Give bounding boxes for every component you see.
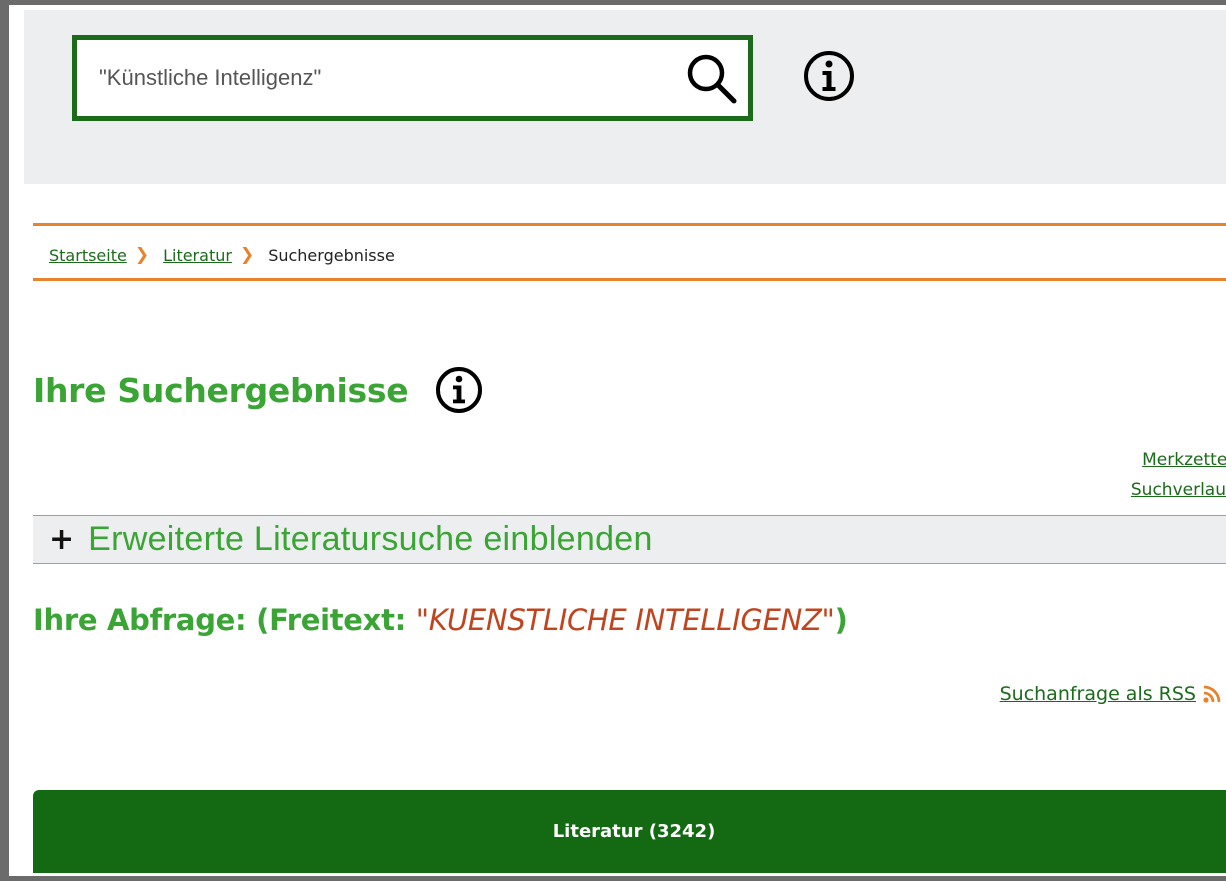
info-icon[interactable] (434, 365, 484, 415)
rss-icon[interactable] (1202, 684, 1222, 704)
chevron-right-icon: ❯ (239, 245, 255, 265)
search-box (72, 35, 753, 121)
advanced-search-toggle[interactable]: + Erweiterte Literatursuche einblenden (33, 515, 1226, 564)
page-frame: Startseite ❯ Literatur ❯ Suchergebnisse … (0, 0, 1226, 881)
search-button[interactable] (674, 40, 748, 116)
breadcrumb-top-divider (33, 223, 1226, 226)
merkzettel-link[interactable]: Merkzettel (1131, 445, 1226, 475)
query-term: "KUENSTLICHE INTELLIGENZ" (415, 603, 835, 637)
rss-link[interactable]: Suchanfrage als RSS (1000, 683, 1196, 705)
info-icon[interactable] (802, 49, 856, 103)
breadcrumb-link-startseite[interactable]: Startseite (49, 246, 127, 265)
rss-subscribe: Suchanfrage als RSS (1000, 683, 1222, 705)
breadcrumb-current: Suchergebnisse (268, 245, 395, 265)
breadcrumb-bottom-divider (33, 278, 1226, 281)
breadcrumb-link-literatur[interactable]: Literatur (163, 246, 232, 265)
query-prefix: Ihre Abfrage: (Freitext: (33, 603, 416, 637)
query-suffix: ) (834, 603, 848, 637)
side-links: Merkzettel Suchverlauf (1131, 445, 1226, 505)
results-tab-label: Literatur (3242) (552, 821, 716, 842)
chevron-right-icon: ❯ (134, 245, 150, 265)
search-icon (687, 54, 737, 104)
plus-icon: + (49, 521, 75, 557)
suchverlauf-link[interactable]: Suchverlauf (1131, 475, 1226, 505)
page-title-row: Ihre Suchergebnisse (33, 365, 484, 415)
search-input[interactable] (77, 40, 674, 116)
results-tab-literatur[interactable]: Literatur (3242) (33, 790, 1226, 873)
query-summary: Ihre Abfrage: (Freitext: "KUENSTLICHE IN… (33, 603, 848, 637)
advanced-search-label: Erweiterte Literatursuche einblenden (88, 520, 653, 558)
breadcrumb: Startseite ❯ Literatur ❯ Suchergebnisse (49, 245, 395, 265)
page-title: Ihre Suchergebnisse (33, 370, 409, 410)
